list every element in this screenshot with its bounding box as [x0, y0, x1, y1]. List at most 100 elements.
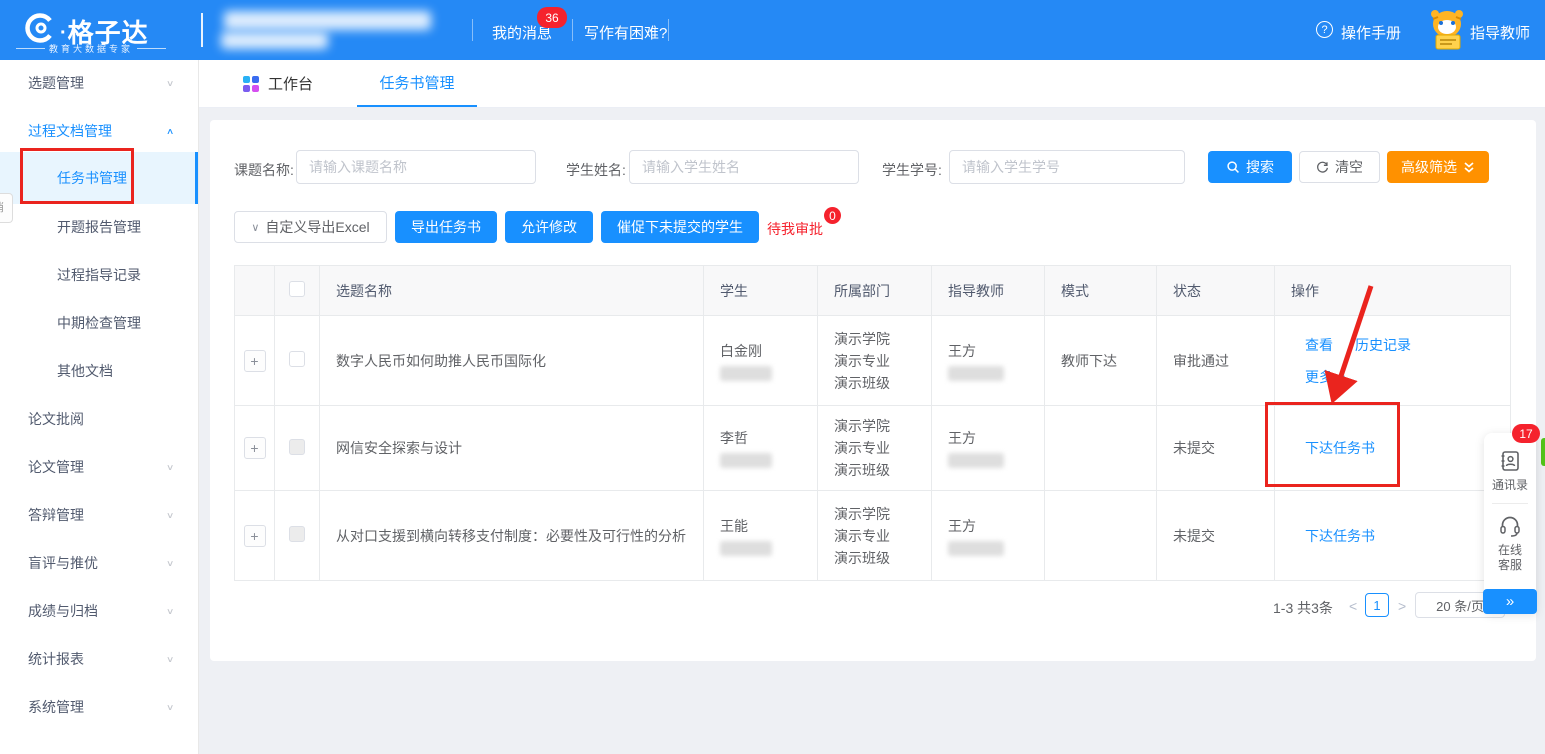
row-checkbox[interactable] [289, 351, 305, 367]
tab-workbench[interactable]: 工作台 [243, 60, 313, 107]
teacher-cell: 王方 [932, 491, 1045, 581]
clear-button[interactable]: 清空 [1299, 151, 1380, 183]
widget-expand-button[interactable]: » [1483, 589, 1537, 614]
department-cell: 演示学院演示专业演示班级 [818, 406, 932, 491]
workbench-grid-icon [243, 76, 259, 92]
sidebar-item-system-mgmt[interactable]: 系统管理∨ [0, 693, 196, 721]
online-service-item[interactable]: 在线客服 [1484, 514, 1536, 573]
widget-count-badge: 17 [1512, 424, 1540, 443]
writing-help-link[interactable]: 写作有困难? [584, 22, 667, 43]
row-checkbox[interactable] [289, 526, 305, 542]
chevron-down-icon: ∨ [166, 78, 174, 88]
more-link[interactable]: 更多 [1305, 369, 1333, 385]
header-divider [668, 19, 669, 41]
sidebar-item-midterm-check[interactable]: 中期检查管理 [0, 309, 196, 337]
row-checkbox[interactable] [289, 439, 305, 455]
custom-export-excel-button[interactable]: ∨ 自定义导出Excel [234, 211, 387, 243]
teacher-cell: 王方 [932, 406, 1045, 491]
expand-row-button[interactable]: + [244, 350, 266, 372]
chevron-down-icon: ∨ [251, 221, 259, 234]
tab-task-book-mgmt[interactable]: 任务书管理 [357, 60, 477, 107]
content-card: 课题名称: 学生姓名: 学生学号: 搜索 清空 高级筛选 ∨ 自定义导出Exce… [210, 120, 1536, 661]
sidebar-item-thesis-review[interactable]: 论文批阅 [0, 405, 196, 433]
sidebar-item-statistics[interactable]: 统计报表∨ [0, 645, 196, 673]
floating-widget: 通讯录 在线客服 [1484, 433, 1536, 613]
student-name-input[interactable] [629, 150, 859, 184]
pending-approval-badge: 0 [824, 207, 841, 224]
chevron-down-icon: ∨ [166, 510, 174, 520]
manual-link[interactable]: 操作手册 [1341, 22, 1401, 43]
content-tabbar: 工作台 任务书管理 [199, 60, 1545, 108]
mode-cell [1045, 491, 1157, 581]
question-circle-icon: ? [1316, 21, 1333, 38]
actions-cell: 下达任务书 [1275, 491, 1511, 581]
header-separator [201, 13, 203, 47]
col-teacher: 指导教师 [932, 266, 1045, 316]
mode-cell [1045, 406, 1157, 491]
student-id-input[interactable] [949, 150, 1185, 184]
table-row: + 从对口支援到横向转移支付制度：必要性及可行性的分析 王能 演示学院演示专业演… [235, 491, 1511, 581]
sidebar-item-grades-archive[interactable]: 成绩与归档∨ [0, 597, 196, 625]
header-divider [572, 19, 573, 41]
issue-task-book-link[interactable]: 下达任务书 [1305, 528, 1375, 544]
topic-name-input[interactable] [296, 150, 536, 184]
sidebar-item-task-book-mgmt[interactable]: 任务书管理 [0, 164, 196, 192]
sidebar-item-process-docs[interactable]: 过程文档管理∧ [0, 117, 196, 145]
status-cell: 审批通过 [1157, 316, 1275, 406]
messages-count-badge: 36 [537, 7, 567, 28]
advanced-filter-button[interactable]: 高级筛选 [1387, 151, 1489, 183]
edge-collapsed-tab[interactable]: 消 [0, 193, 13, 223]
select-all-header [275, 266, 320, 316]
sidebar: 选题管理∨ 过程文档管理∧ 任务书管理 开题报告管理 过程指导记录 中期检查管理… [0, 60, 199, 754]
expand-row-button[interactable]: + [244, 437, 266, 459]
pending-approval-link[interactable]: 待我审批 [767, 219, 823, 239]
widget-divider [1492, 503, 1528, 504]
hidden-widget-sliver [1541, 438, 1545, 466]
allow-modify-button[interactable]: 允许修改 [505, 211, 593, 243]
select-all-checkbox[interactable] [289, 281, 305, 297]
refresh-icon [1316, 161, 1329, 174]
sidebar-item-topic-mgmt[interactable]: 选题管理∨ [0, 69, 196, 97]
search-button[interactable]: 搜索 [1208, 151, 1292, 183]
col-status: 状态 [1157, 266, 1275, 316]
filter-student-id-label: 学生学号: [882, 160, 942, 180]
blurred-teacher-id [948, 366, 1004, 381]
chevron-up-icon: ∧ [166, 126, 174, 136]
export-task-book-button[interactable]: 导出任务书 [395, 211, 497, 243]
pagination-prev[interactable]: < [1349, 598, 1357, 614]
sidebar-item-thesis-mgmt[interactable]: 论文管理∨ [0, 453, 196, 481]
topic-cell: 数字人民币如何助推人民币国际化 [320, 316, 704, 406]
mode-cell: 教师下达 [1045, 316, 1157, 406]
expand-row-button[interactable]: + [244, 525, 266, 547]
sidebar-item-blind-review[interactable]: 盲评与推优∨ [0, 549, 196, 577]
blurred-teacher-id [948, 541, 1004, 556]
chevron-down-icon: ∨ [166, 654, 174, 664]
urge-unsubmitted-button[interactable]: 催促下未提交的学生 [601, 211, 759, 243]
col-topic: 选题名称 [320, 266, 704, 316]
app-header: ·格子达 教育大数据专家 我的消息 36 写作有困难? ? 操作手册 指导教师 [0, 0, 1545, 60]
contacts-item[interactable]: 通讯录 [1484, 449, 1536, 493]
student-cell: 李哲 [704, 406, 818, 491]
department-cell: 演示学院演示专业演示班级 [818, 491, 932, 581]
sidebar-item-proposal-mgmt[interactable]: 开题报告管理 [0, 213, 196, 241]
blurred-student-id [720, 453, 772, 468]
blurred-student-id [720, 366, 772, 381]
blurred-user-info-line2 [221, 32, 328, 49]
actions-cell: 查看历史记录 更多∨ [1275, 316, 1511, 406]
table-header-row: 选题名称 学生 所属部门 指导教师 模式 状态 操作 [235, 266, 1511, 316]
sidebar-item-guidance-records[interactable]: 过程指导记录 [0, 261, 196, 289]
pagination-next[interactable]: > [1398, 598, 1406, 614]
pagination-page-1[interactable]: 1 [1365, 593, 1389, 617]
actions-cell: 下达任务书 [1275, 406, 1511, 491]
page: ·格子达 教育大数据专家 我的消息 36 写作有困难? ? 操作手册 指导教师 … [0, 0, 1545, 754]
sidebar-item-other-docs[interactable]: 其他文档 [0, 357, 196, 385]
address-book-icon [1498, 449, 1522, 473]
blurred-student-id [720, 541, 772, 556]
chevron-down-icon: ∨ [166, 606, 174, 616]
issue-task-book-link[interactable]: 下达任务书 [1305, 440, 1375, 456]
headset-icon [1498, 514, 1522, 538]
history-link[interactable]: 历史记录 [1355, 337, 1411, 353]
status-cell: 未提交 [1157, 491, 1275, 581]
sidebar-item-defense-mgmt[interactable]: 答辩管理∨ [0, 501, 196, 529]
view-link[interactable]: 查看 [1305, 337, 1333, 353]
